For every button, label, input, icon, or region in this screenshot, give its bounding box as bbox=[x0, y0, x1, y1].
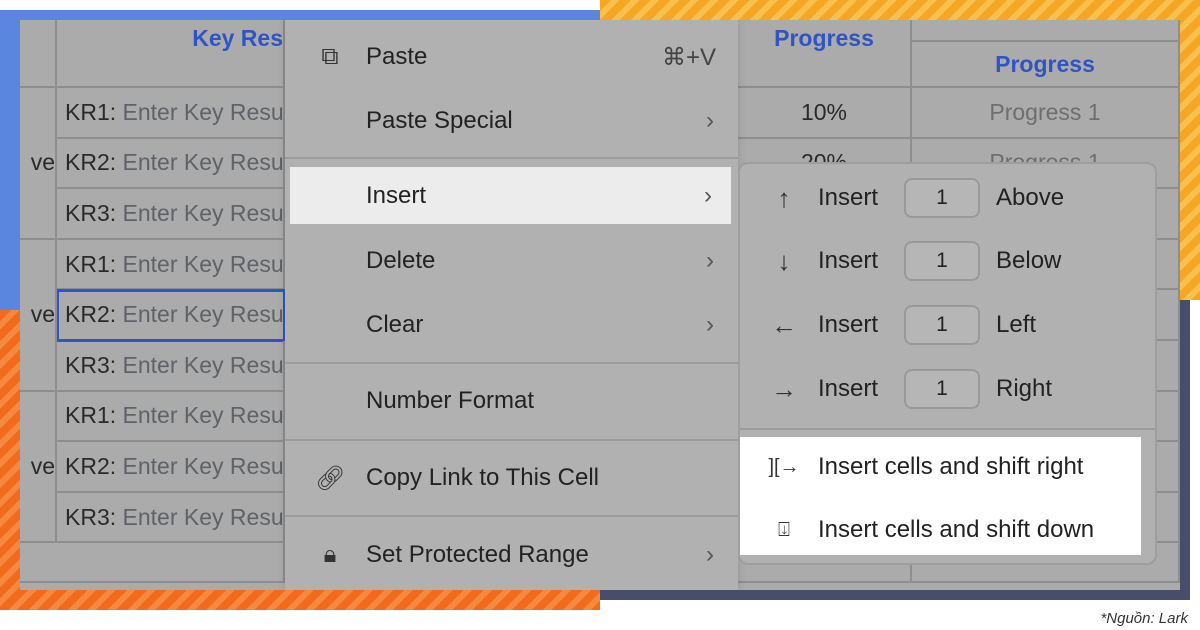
kr-placeholder: Enter Key Resu bbox=[122, 199, 284, 226]
kr-placeholder: Enter Key Resu bbox=[122, 250, 284, 277]
kr-label: KR1: bbox=[65, 250, 117, 277]
menu-item-copy-link[interactable]: 🔗︎ Copy Link to This Cell bbox=[285, 450, 738, 506]
kr-label: KR1: bbox=[65, 98, 117, 125]
key-result-cell[interactable]: KR1: Enter Key Resu bbox=[57, 239, 285, 291]
divider bbox=[285, 362, 738, 364]
insert-right-item[interactable]: → Insert 1 Right bbox=[740, 361, 1155, 417]
key-result-cell[interactable]: KR3: Enter Key Resu bbox=[57, 341, 285, 392]
insert-count-input[interactable]: 1 bbox=[904, 305, 980, 345]
menu-item-number-format[interactable]: Number Format bbox=[285, 373, 738, 429]
chevron-right-icon: › bbox=[706, 541, 714, 568]
kr-label: KR2: bbox=[65, 301, 117, 328]
insert-count-input[interactable]: 1 bbox=[904, 178, 980, 218]
arrow-up-icon: ↑ bbox=[777, 182, 791, 213]
divider bbox=[285, 515, 738, 517]
spreadsheet-screenshot: Key Res Progress Progress KR1: Enter Key Re… bbox=[20, 20, 1180, 590]
key-result-cell[interactable]: KR2: Enter Key Resu bbox=[56, 289, 286, 342]
menu-item-paste-special[interactable]: Paste Special › bbox=[285, 93, 738, 149]
objective-cell[interactable]: ve bbox=[20, 88, 57, 240]
key-result-cell[interactable]: KR2: Enter Key Resu bbox=[57, 442, 285, 493]
kr-placeholder: Enter Key Resu bbox=[122, 98, 284, 125]
kr-label: KR3: bbox=[65, 351, 117, 378]
objective-header-cell bbox=[20, 20, 57, 88]
paste-shortcut: ⌘+V bbox=[661, 43, 716, 71]
chevron-right-icon: › bbox=[706, 247, 714, 274]
kr-label: KR3: bbox=[65, 503, 117, 530]
insert-submenu: ↑ Insert 1 Above ↓ Insert 1 Below ← Inse… bbox=[738, 162, 1157, 565]
paste-icon: ⧉ bbox=[321, 43, 339, 70]
kr-placeholder: Enter Key Resu bbox=[122, 149, 284, 176]
divider bbox=[740, 428, 1155, 430]
divider bbox=[285, 157, 738, 159]
insert-above-item[interactable]: ↑ Insert 1 Above bbox=[740, 170, 1155, 226]
chevron-right-icon: › bbox=[706, 107, 714, 134]
menu-item-clear[interactable]: Clear › bbox=[285, 297, 738, 353]
insert-shift-down-item[interactable]: ⍗ Insert cells and shift down bbox=[740, 502, 1155, 558]
header-key-results: Key Res bbox=[57, 20, 285, 88]
arrow-right-icon: → bbox=[771, 373, 797, 404]
divider bbox=[285, 439, 738, 441]
menu-item-delete[interactable]: Delete › bbox=[285, 233, 738, 289]
kr-label: KR2: bbox=[65, 452, 117, 479]
chevron-right-icon: › bbox=[706, 311, 714, 338]
objective-cell[interactable]: ve bbox=[20, 239, 57, 392]
header-progress-2: Progress bbox=[912, 42, 1180, 88]
insert-below-item[interactable]: ↓ Insert 1 Below bbox=[740, 233, 1155, 289]
kr-placeholder: Enter Key Resu bbox=[122, 503, 284, 530]
lock-icon: 🔒︎ bbox=[323, 541, 337, 568]
kr-placeholder: Enter Key Resu bbox=[122, 301, 284, 328]
insert-shift-right-item[interactable]: ][→ Insert cells and shift right bbox=[740, 439, 1155, 495]
menu-item-set-protected-range[interactable]: 🔒︎ Set Protected Range › bbox=[285, 527, 738, 583]
kr-label: KR3: bbox=[65, 199, 117, 226]
kr-label: KR1: bbox=[65, 402, 117, 429]
menu-item-paste[interactable]: ⧉ Paste ⌘+V bbox=[285, 29, 738, 85]
progress-cell[interactable]: 10% bbox=[738, 88, 912, 139]
shift-right-icon: ][→ bbox=[768, 455, 800, 478]
arrow-down-icon: ↓ bbox=[777, 245, 791, 276]
link-icon: 🔗︎ bbox=[315, 464, 346, 492]
insert-count-input[interactable]: 1 bbox=[904, 369, 980, 409]
arrow-left-icon: ← bbox=[771, 309, 797, 340]
shift-down-icon: ⍗ bbox=[778, 518, 790, 541]
kr-placeholder: Enter Key Resu bbox=[122, 351, 284, 378]
objective-cell[interactable]: ve bbox=[20, 391, 57, 544]
kr-label: KR2: bbox=[65, 149, 117, 176]
insert-count-input[interactable]: 1 bbox=[904, 241, 980, 281]
insert-left-item[interactable]: ← Insert 1 Left bbox=[740, 297, 1155, 353]
chevron-right-icon: › bbox=[704, 181, 712, 209]
key-result-cell[interactable]: KR3: Enter Key Resu bbox=[57, 492, 285, 544]
header-group-cell bbox=[912, 20, 1180, 42]
progress-2-cell[interactable]: Progress 1 bbox=[912, 88, 1180, 139]
kr-placeholder: Enter Key Resu bbox=[122, 402, 284, 429]
kr-placeholder: Enter Key Resu bbox=[122, 452, 284, 479]
menu-item-insert[interactable]: Insert › bbox=[290, 167, 731, 224]
key-result-cell[interactable]: KR1: Enter Key Resu bbox=[57, 391, 285, 443]
header-progress: Progress bbox=[738, 20, 912, 88]
source-caption: *Nguồn: Lark bbox=[1100, 610, 1188, 627]
key-result-cell[interactable]: KR3: Enter Key Resu bbox=[57, 189, 285, 240]
key-result-cell[interactable]: KR2: Enter Key Resu bbox=[57, 138, 285, 190]
context-menu: ⧉ Paste ⌘+V Paste Special › Insert › Del… bbox=[285, 20, 738, 590]
empty-row-cell bbox=[20, 543, 285, 584]
key-result-cell[interactable]: KR1: Enter Key Resu bbox=[57, 88, 285, 139]
